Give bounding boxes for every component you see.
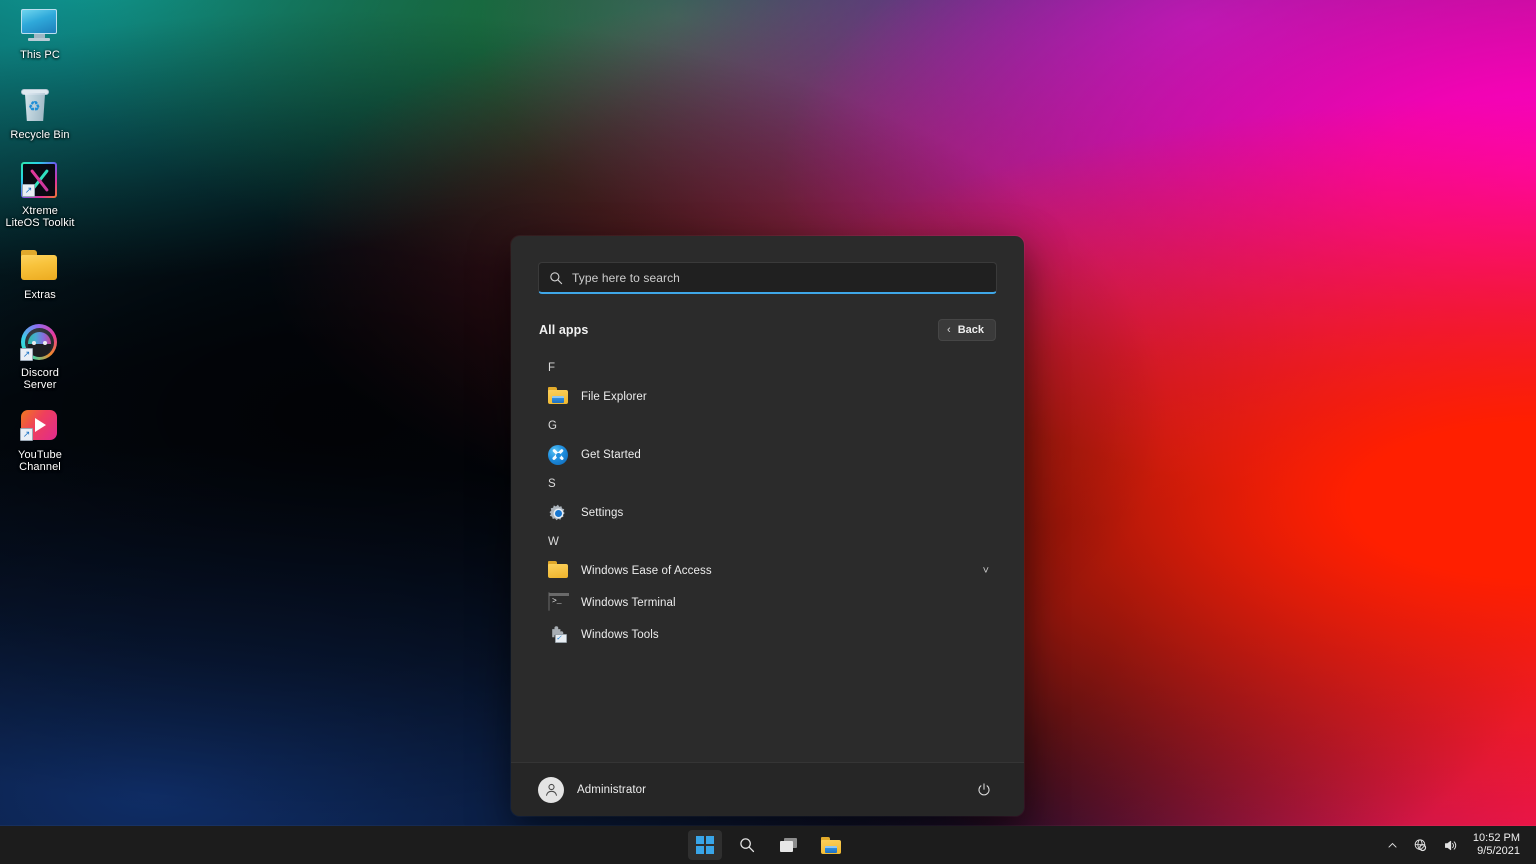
windows-tools-icon: ✓ [548,625,568,645]
app-list-item-label: Windows Tools [581,629,659,641]
volume-icon [1444,840,1457,850]
network-disconnected-icon [1414,838,1427,851]
shortcut-arrow-icon: ↗ [22,184,35,197]
user-avatar-icon[interactable] [538,776,564,803]
task-view-icon [780,838,798,852]
app-list-item-label: File Explorer [581,391,647,403]
app-group-letter: G [548,420,557,432]
desktop-icon-recycle-bin[interactable]: ♻ Recycle Bin [2,86,78,141]
app-list-item-settings[interactable]: Settings [538,497,997,529]
start-button[interactable] [688,830,722,860]
desktop-icon-youtube-channel[interactable]: ↗ YouTube Channel [2,406,78,473]
desktop-icon-xtreme-liteos-toolkit[interactable]: ↗ Xtreme LiteOS Toolkit [2,162,78,229]
shortcut-arrow-icon: ↗ [20,348,33,361]
start-menu-panel[interactable]: Type here to search All apps ‹ Back F Fi… [511,236,1024,816]
app-list-item-get-started[interactable]: Get Started [538,439,997,471]
power-button[interactable] [971,777,997,803]
chevron-up-icon [1388,842,1397,848]
search-icon [549,271,563,285]
start-menu-top: Type here to search All apps ‹ Back [511,236,1024,341]
app-group-letter: F [548,362,556,374]
desktop-icon-label: YouTube Channel [18,449,62,473]
desktop-icon-this-pc[interactable]: This PC [2,6,78,61]
volume-button[interactable] [1437,830,1464,860]
task-view-button[interactable] [772,830,806,860]
desktop-icon-label: This PC [20,49,60,61]
taskbar-center-buttons [0,830,1536,860]
clock[interactable]: 10:52 PM 9/5/2021 [1467,832,1530,858]
search-button[interactable] [730,830,764,860]
get-started-icon [548,445,568,465]
youtube-icon: ↗ [20,406,59,444]
discord-icon: ↗ [20,324,59,362]
app-list-item-label: Settings [581,507,624,519]
desktop-icon-label: Xtreme LiteOS Toolkit [5,205,75,229]
recycle-bin-icon: ♻ [21,86,59,124]
app-group-letter: W [548,536,559,548]
app-list-item-windows-tools[interactable]: ✓ Windows Tools [538,619,997,651]
terminal-icon: >_ [548,592,569,613]
back-button-label: Back [957,324,984,336]
show-hidden-icons-button[interactable] [1381,830,1404,860]
file-explorer-button[interactable] [814,830,848,860]
start-search-placeholder: Type here to search [572,270,680,285]
app-list-item-windows-terminal[interactable]: >_ Windows Terminal [538,587,997,619]
app-list-item-label: Windows Ease of Access [581,565,712,577]
this-pc-monitor-icon [21,6,59,44]
app-group-letter: S [548,478,556,490]
start-search-box[interactable]: Type here to search [538,262,997,294]
xtreme-liteos-toolkit-icon: ↗ [21,162,59,200]
folder-icon [548,561,568,581]
desktop-icon-discord-server[interactable]: ↗ Discord Server [2,324,78,391]
user-name-label[interactable]: Administrator [577,784,958,796]
chevron-down-icon[interactable]: ˅ [983,565,989,577]
taskbar[interactable]: 10:52 PM 9/5/2021 [0,826,1536,864]
back-button[interactable]: ‹ Back [938,319,996,341]
clock-date: 9/5/2021 [1477,845,1520,857]
all-apps-title: All apps [539,323,589,337]
settings-gear-icon [548,503,568,523]
file-explorer-icon [821,836,841,854]
chevron-left-icon: ‹ [947,324,951,336]
windows-logo-icon [696,836,714,854]
search-icon [739,837,755,853]
app-list-item-file-explorer[interactable]: File Explorer [538,381,997,413]
all-apps-header: All apps ‹ Back [538,319,997,341]
desktop-icon-extras[interactable]: Extras [2,246,78,301]
app-list-item-label: Windows Terminal [581,597,676,609]
app-list-item-windows-ease-of-access[interactable]: Windows Ease of Access ˅ [538,555,997,587]
app-list-item-label: Get Started [581,449,641,461]
network-button[interactable] [1407,830,1434,860]
desktop-icon-label: Recycle Bin [10,129,70,141]
desktop-icon-label: Extras [24,289,56,301]
system-tray: 10:52 PM 9/5/2021 [1381,826,1530,864]
desktop[interactable]: This PC ♻ Recycle Bin ↗ Xtreme LiteOS To… [0,0,1536,864]
start-menu-footer: Administrator [511,762,1024,816]
clock-time: 10:52 PM [1472,832,1520,844]
folder-icon [21,246,59,284]
shortcut-arrow-icon: ↗ [20,428,33,441]
all-apps-list[interactable]: F File Explorer G Get Started S Settings… [511,341,1024,762]
file-explorer-icon [548,387,568,407]
desktop-icon-label: Discord Server [21,367,59,391]
